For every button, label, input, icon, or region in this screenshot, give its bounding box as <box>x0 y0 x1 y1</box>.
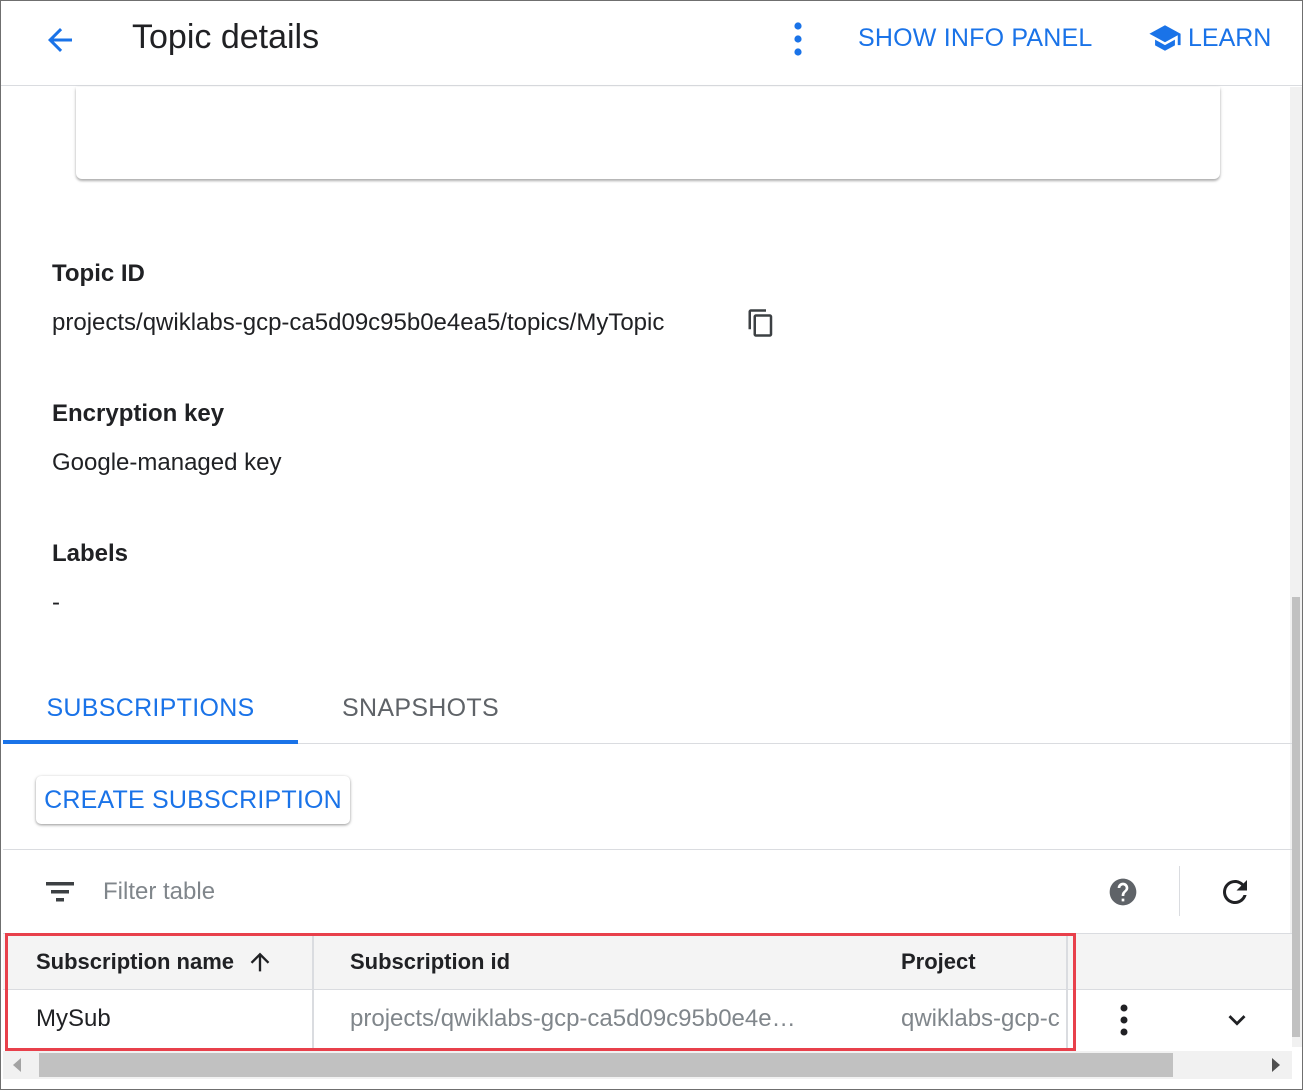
school-icon <box>1149 25 1181 51</box>
labels-value: - <box>52 589 60 616</box>
scroll-left-icon[interactable] <box>13 1058 21 1072</box>
table-row[interactable]: MySub projects/qwiklabs-gcp-ca5d09c95b0e… <box>3 990 1292 1049</box>
cell-subscription-name[interactable]: MySub <box>3 990 314 1048</box>
column-header-label: Project <box>901 949 976 974</box>
column-header-subscription-id[interactable]: Subscription id <box>316 934 836 990</box>
toolbar-divider <box>1179 866 1180 916</box>
more-options-button[interactable] <box>781 17 815 61</box>
tab-subscriptions[interactable]: SUBSCRIPTIONS <box>3 673 298 744</box>
table-header: Subscription name Subscription id Projec… <box>3 933 1292 990</box>
cell-project: qwiklabs-gcp-c <box>868 990 1068 1048</box>
vertical-scrollbar-thumb[interactable] <box>1292 597 1300 1037</box>
column-header-subscription-name[interactable]: Subscription name <box>3 934 314 990</box>
arrow-upward-icon <box>250 952 270 972</box>
encryption-key-label: Encryption key <box>52 400 225 427</box>
scroll-right-icon[interactable] <box>1272 1058 1280 1072</box>
arrow-back-icon <box>48 28 72 52</box>
help-button[interactable] <box>1107 876 1139 908</box>
row-actions-button[interactable] <box>1109 1002 1139 1038</box>
chevron-down-icon <box>1228 1015 1246 1026</box>
more-vert-icon <box>794 22 802 56</box>
encryption-key-value: Google-managed key <box>52 449 282 476</box>
more-vert-icon <box>1120 1004 1128 1036</box>
filter-list-icon <box>46 882 74 902</box>
topic-id-value: projects/qwiklabs-gcp-ca5d09c95b0e4ea5/t… <box>52 309 665 336</box>
refresh-icon <box>1223 880 1247 904</box>
top-app-bar: Topic details SHOW INFO PANEL LEARN <box>1 1 1302 86</box>
copy-button[interactable] <box>746 308 776 338</box>
tab-snapshots[interactable]: SNAPSHOTS <box>303 673 538 743</box>
create-subscription-button[interactable]: CREATE SUBSCRIPTION <box>36 776 350 824</box>
copy-icon <box>748 309 773 337</box>
learn-label: LEARN <box>1188 24 1272 52</box>
learn-button[interactable]: LEARN <box>1148 21 1271 55</box>
filter-button[interactable] <box>43 878 77 906</box>
back-button[interactable] <box>39 19 81 61</box>
show-info-panel-button[interactable]: SHOW INFO PANEL <box>858 21 1093 55</box>
subscriptions-table: Subscription name Subscription id Projec… <box>3 933 1292 1049</box>
active-tab-indicator <box>3 740 298 744</box>
refresh-button[interactable] <box>1217 874 1253 910</box>
tab-bar: SUBSCRIPTIONS SNAPSHOTS <box>3 673 1292 744</box>
app-window: Topic details SHOW INFO PANEL LEARN Topi… <box>0 0 1303 1090</box>
page-title: Topic details <box>132 18 320 56</box>
table-filter-bar <box>3 849 1292 933</box>
column-header-project[interactable]: Project <box>868 934 1068 990</box>
horizontal-scrollbar[interactable] <box>3 1051 1292 1079</box>
tab-subscriptions-label: SUBSCRIPTIONS <box>46 693 255 722</box>
horizontal-scrollbar-thumb[interactable] <box>39 1053 1173 1077</box>
labels-label: Labels <box>52 540 129 567</box>
column-header-label: Subscription name <box>36 949 235 974</box>
column-header-label: Subscription id <box>350 949 511 974</box>
topic-card <box>76 87 1220 179</box>
cell-subscription-id: projects/qwiklabs-gcp-ca5d09c95b0e4e… <box>350 1005 796 1032</box>
help-icon <box>1109 878 1137 906</box>
tab-snapshots-label: SNAPSHOTS <box>342 693 499 722</box>
filter-table-input[interactable] <box>103 872 703 912</box>
topic-id-label: Topic ID <box>52 260 145 287</box>
row-expand-button[interactable] <box>1217 1002 1257 1038</box>
